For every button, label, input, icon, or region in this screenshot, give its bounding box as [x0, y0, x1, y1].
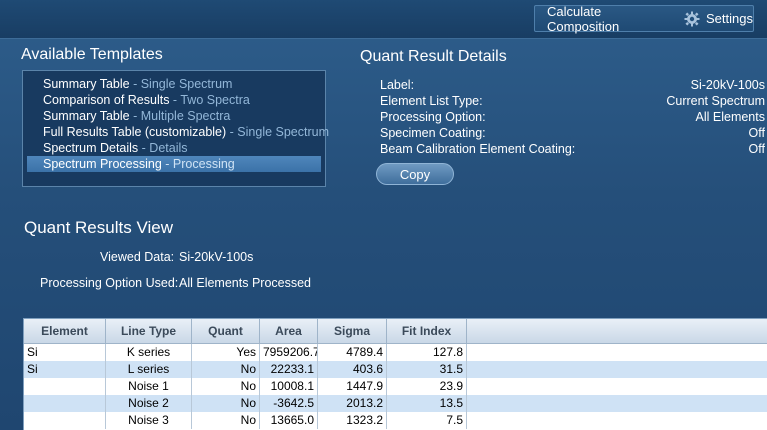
- detail-row-element-list-type: Element List Type: Current Spectrum: [380, 93, 765, 109]
- calculate-composition-button[interactable]: Calculate Composition Settings: [534, 3, 754, 34]
- viewed-data-label: Viewed Data:: [100, 250, 175, 264]
- template-item[interactable]: Full Results Table (customizable) - Sing…: [27, 124, 329, 140]
- cell-quant: No: [192, 378, 260, 395]
- cell-area: 22233.1: [260, 361, 318, 378]
- template-item-selected[interactable]: Spectrum Processing - Processing: [27, 156, 321, 172]
- table-row[interactable]: Noise 1 No 10008.1 1447.9 23.9: [24, 378, 767, 395]
- column-header-quant[interactable]: Quant: [192, 319, 260, 343]
- table-row[interactable]: Noise 3 No 13665.0 1323.2 7.5: [24, 412, 767, 429]
- cell-element: Si: [24, 344, 106, 361]
- table-header: Element Line Type Quant Area Sigma Fit I…: [24, 319, 767, 344]
- detail-row-beam-calibration: Beam Calibration Element Coating: Off: [380, 141, 765, 157]
- cell-area: -3642.5: [260, 395, 318, 412]
- cell-fit-index: 31.5: [387, 361, 467, 378]
- results-view-title: Quant Results View: [24, 218, 173, 237]
- cell-sigma: 1323.2: [318, 412, 387, 429]
- table-row[interactable]: Si K series Yes 7959206.7 4789.4 127.8: [24, 344, 767, 361]
- column-header-fit-index[interactable]: Fit Index: [387, 319, 467, 343]
- cell-area: 7959206.7: [260, 344, 318, 361]
- template-sub: - Details: [138, 141, 188, 155]
- gear-icon: [684, 11, 700, 26]
- detail-label: Label:: [380, 78, 415, 92]
- detail-label: Specimen Coating:: [380, 126, 486, 140]
- cell-sigma: 1447.9: [318, 378, 387, 395]
- cell-fit-index: 7.5: [387, 412, 467, 429]
- template-name: Summary Table: [43, 77, 130, 91]
- top-toolbar: Calculate Composition Settings: [0, 0, 767, 39]
- cell-sigma: 403.6: [318, 361, 387, 378]
- detail-label: Beam Calibration Element Coating:: [380, 142, 576, 156]
- cell-line-type: Noise 2: [106, 395, 192, 412]
- calculate-composition-label: Calculate Composition: [547, 3, 620, 34]
- results-table: Element Line Type Quant Area Sigma Fit I…: [23, 318, 767, 430]
- template-item[interactable]: Summary Table - Multiple Spectra: [27, 108, 321, 124]
- detail-row-specimen-coating: Specimen Coating: Off: [380, 125, 765, 141]
- settings-label: Settings: [706, 11, 753, 26]
- detail-row-label: Label: Si-20kV-100s: [380, 77, 765, 93]
- details-title: Quant Result Details: [360, 48, 507, 65]
- cell-line-type: Noise 3: [106, 412, 192, 429]
- viewed-data-value: Si-20kV-100s: [179, 250, 254, 264]
- processing-option-used-value: All Elements Processed: [179, 276, 312, 290]
- column-header-sigma[interactable]: Sigma: [318, 319, 387, 343]
- cell-line-type: L series: [106, 361, 192, 378]
- column-header-line-type[interactable]: Line Type: [106, 319, 192, 343]
- template-name: Full Results Table (customizable): [43, 125, 227, 139]
- cell-element: [24, 412, 106, 429]
- template-sub: - Single Spectrum: [226, 125, 330, 139]
- detail-label: Processing Option:: [380, 110, 486, 124]
- template-item[interactable]: Spectrum Details - Details: [27, 140, 321, 156]
- copy-button[interactable]: Copy: [376, 163, 454, 185]
- detail-value: All Elements: [695, 110, 765, 124]
- template-sub: - Multiple Spectra: [129, 109, 231, 123]
- template-name: Comparison of Results: [43, 93, 170, 107]
- cell-fit-index: 13.5: [387, 395, 467, 412]
- table-row[interactable]: Si L series No 22233.1 403.6 31.5: [24, 361, 767, 378]
- detail-value: Off: [748, 142, 765, 156]
- detail-value: Current Spectrum: [666, 94, 765, 108]
- cell-element: [24, 395, 106, 412]
- cell-line-type: Noise 1: [106, 378, 192, 395]
- detail-value: Off: [748, 126, 765, 140]
- cell-quant: No: [192, 412, 260, 429]
- template-name: Summary Table: [43, 109, 130, 123]
- detail-label: Element List Type:: [380, 94, 483, 108]
- cell-area: 13665.0: [260, 412, 318, 429]
- template-name: Spectrum Processing: [43, 157, 162, 171]
- cell-quant: No: [192, 361, 260, 378]
- template-sub: - Two Spectra: [169, 93, 250, 107]
- cell-line-type: K series: [106, 344, 192, 361]
- cell-element: [24, 378, 106, 395]
- table-row[interactable]: Noise 2 No -3642.5 2013.2 13.5: [24, 395, 767, 412]
- templates-list[interactable]: Summary Table - Single Spectrum Comparis…: [22, 70, 329, 187]
- cell-fit-index: 127.8: [387, 344, 467, 361]
- column-header-area[interactable]: Area: [260, 319, 318, 343]
- cell-element: Si: [24, 361, 106, 378]
- template-sub: - Processing: [161, 157, 235, 171]
- cell-area: 10008.1: [260, 378, 318, 395]
- cell-sigma: 2013.2: [318, 395, 387, 412]
- template-sub: - Single Spectrum: [129, 77, 233, 91]
- cell-quant: No: [192, 395, 260, 412]
- template-item[interactable]: Comparison of Results - Two Spectra: [27, 92, 321, 108]
- settings-button[interactable]: Settings: [676, 11, 753, 27]
- templates-title: Available Templates: [21, 46, 163, 63]
- cell-sigma: 4789.4: [318, 344, 387, 361]
- detail-row-processing-option: Processing Option: All Elements: [380, 109, 765, 125]
- template-name: Spectrum Details: [43, 141, 139, 155]
- cell-fit-index: 23.9: [387, 378, 467, 395]
- detail-value: Si-20kV-100s: [690, 78, 765, 92]
- column-header-element[interactable]: Element: [24, 319, 106, 343]
- template-item[interactable]: Summary Table - Single Spectrum: [27, 76, 321, 92]
- cell-quant: Yes: [192, 344, 260, 361]
- processing-option-used-label: Processing Option Used:: [40, 276, 179, 290]
